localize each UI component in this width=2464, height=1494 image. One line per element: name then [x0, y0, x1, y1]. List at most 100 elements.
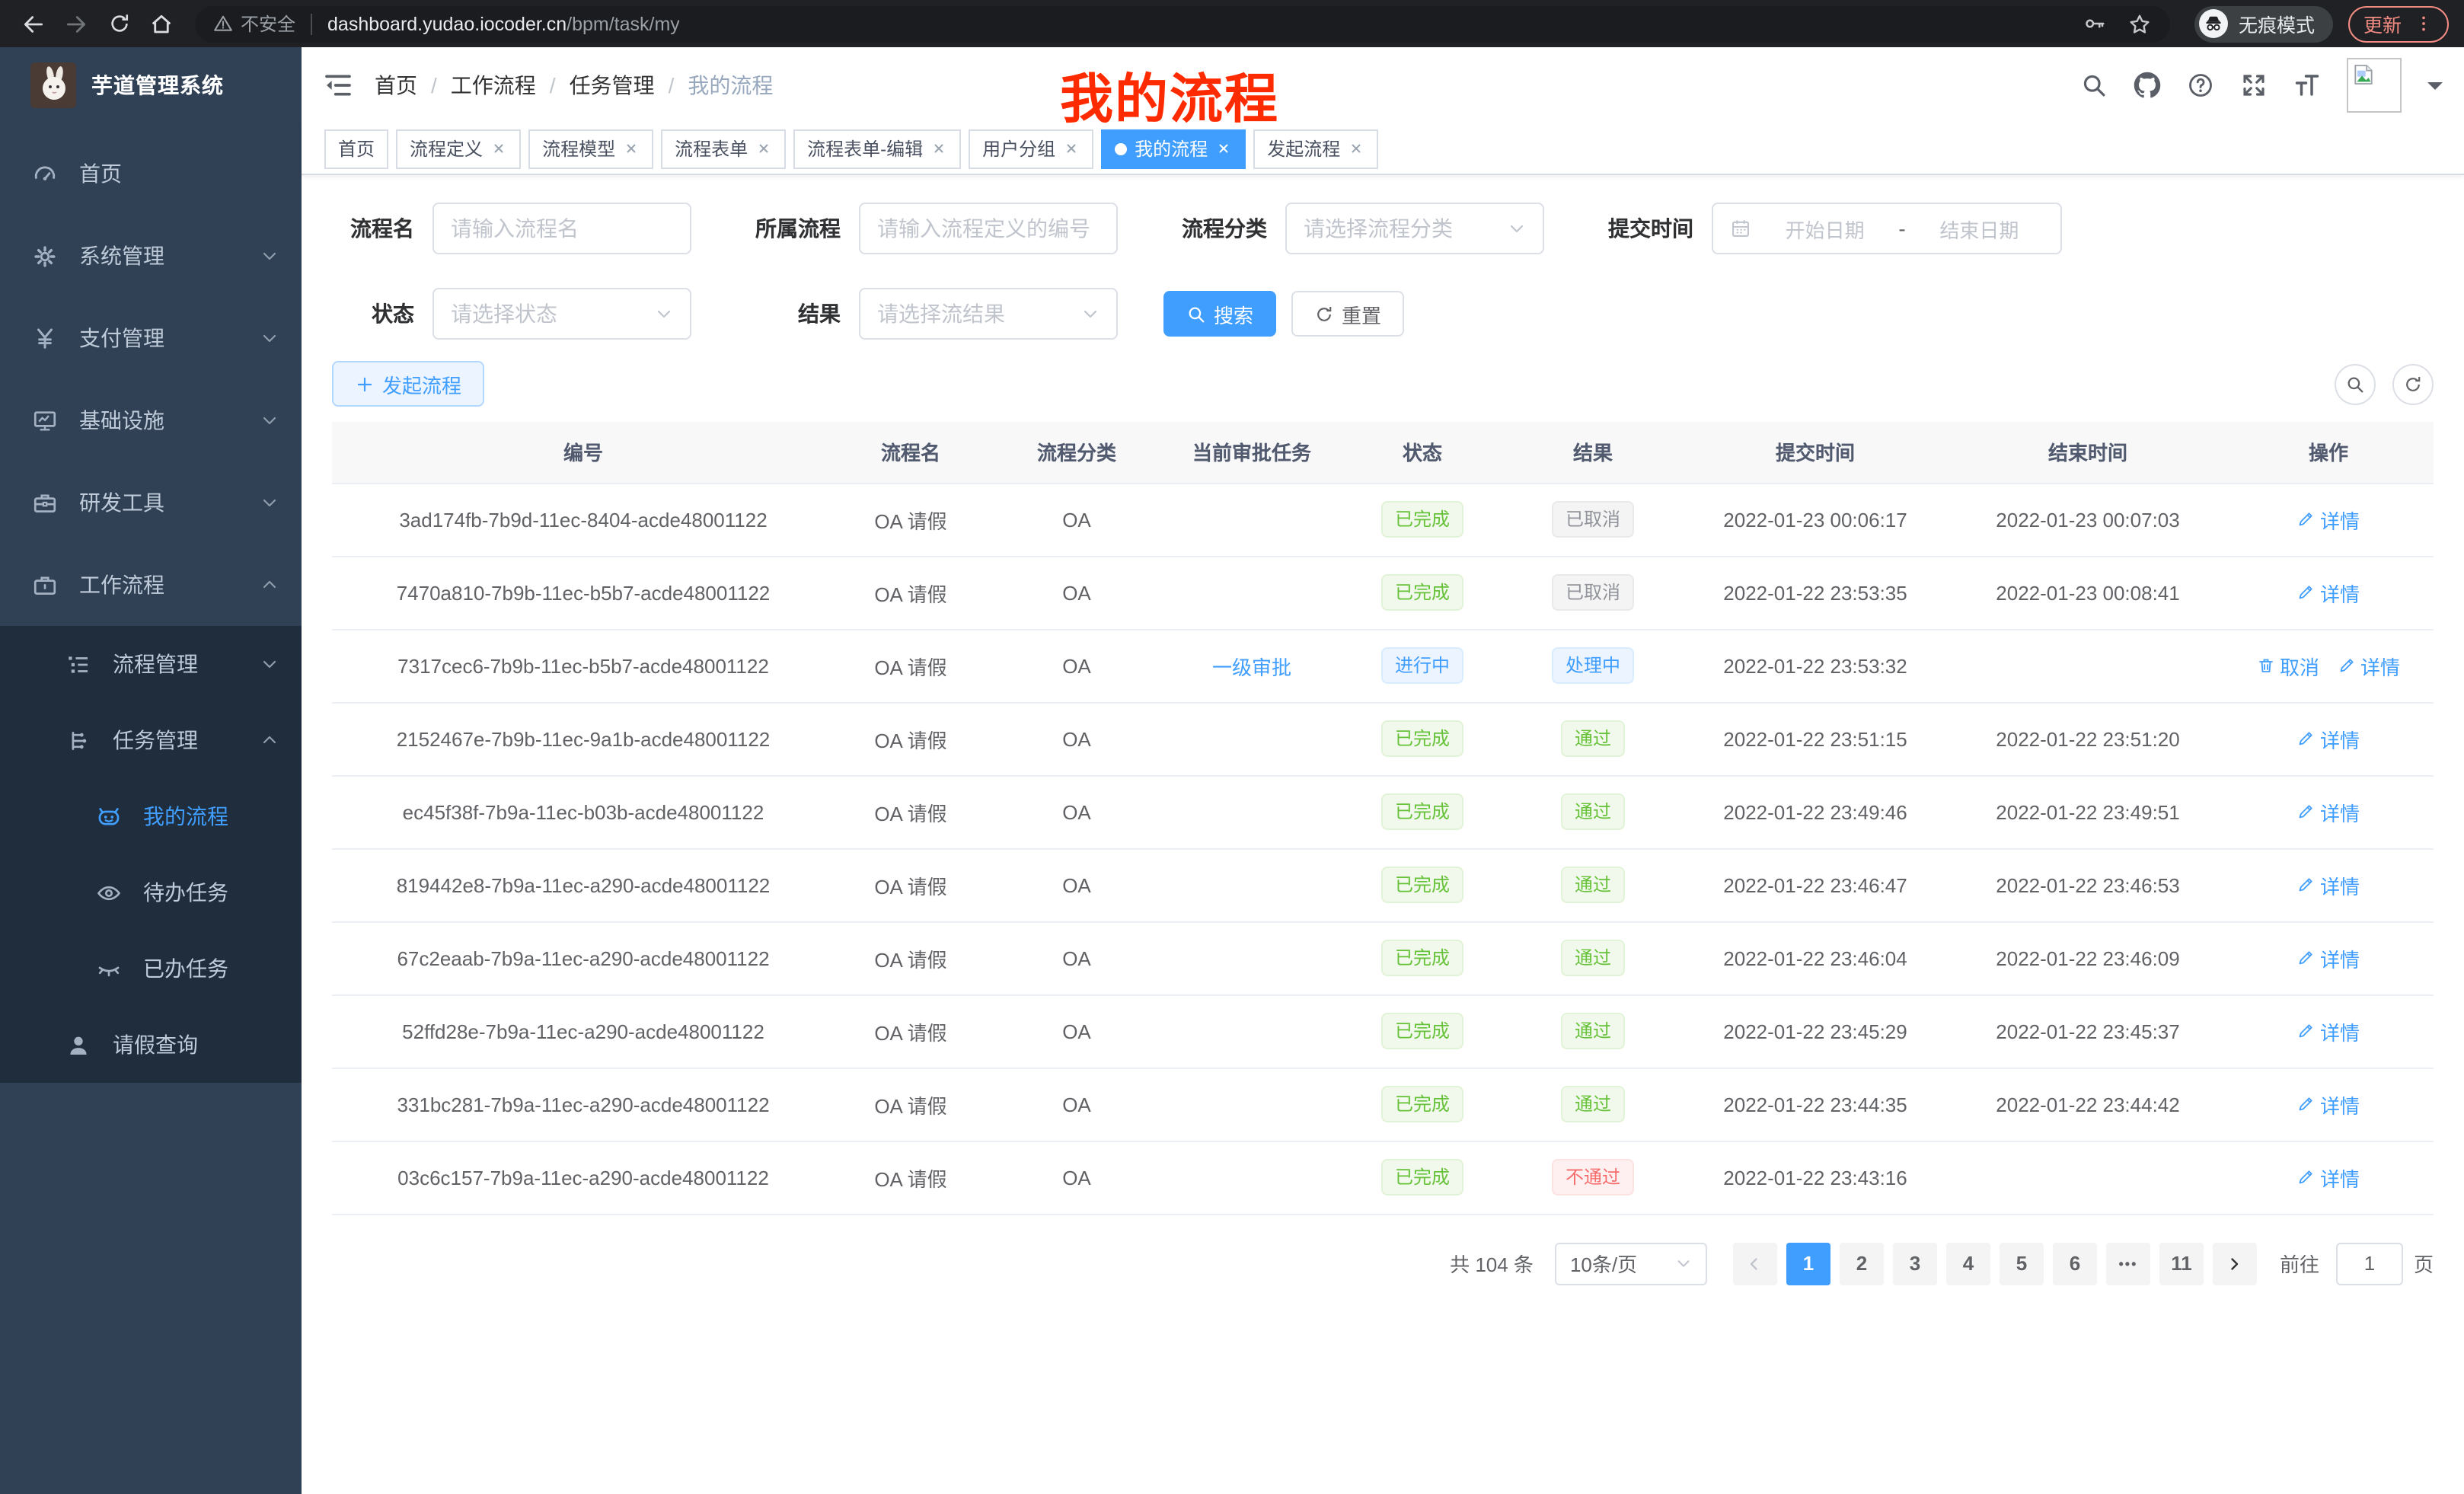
password-key-icon[interactable] — [2083, 12, 2106, 35]
tab-process-definition[interactable]: 流程定义 — [396, 129, 521, 168]
close-icon[interactable] — [623, 140, 640, 157]
search-icon[interactable] — [2080, 72, 2108, 99]
breadcrumb-home[interactable]: 首页 — [375, 70, 417, 101]
page-button-6[interactable]: 6 — [2053, 1242, 2097, 1285]
active-dot — [1115, 142, 1127, 155]
tab-start-process[interactable]: 发起流程 — [1253, 129, 1378, 168]
help-icon[interactable] — [2187, 72, 2214, 99]
browser-update-button[interactable]: 更新 — [2348, 5, 2449, 42]
font-size-icon[interactable] — [2293, 72, 2321, 99]
browser-back-button[interactable] — [15, 5, 52, 42]
process-definition-input[interactable] — [877, 216, 1100, 241]
result-badge: 通过 — [1561, 940, 1625, 976]
next-page-button[interactable] — [2213, 1242, 2257, 1285]
toolbox-icon — [32, 490, 58, 516]
close-icon[interactable] — [930, 140, 947, 157]
show-search-button[interactable] — [2335, 363, 2376, 404]
result-badge: 处理中 — [1552, 647, 1634, 684]
browser-home-button[interactable] — [143, 5, 180, 42]
sidebar-item-infra[interactable]: 基础设施 — [0, 379, 302, 461]
status-select[interactable]: 请选择状态 — [432, 288, 691, 340]
sidebar-item-workflow[interactable]: 工作流程 — [0, 544, 302, 626]
refresh-table-button[interactable] — [2392, 363, 2434, 404]
sidebar-item-todo-tasks[interactable]: 待办任务 — [0, 854, 302, 931]
sidebar-item-process-mgmt[interactable]: 流程管理 — [0, 626, 302, 702]
detail-link[interactable]: 详情 — [2297, 943, 2360, 972]
tab-home[interactable]: 首页 — [324, 129, 388, 168]
cancel-link[interactable]: 取消 — [2257, 651, 2319, 680]
app-logo-row[interactable]: 芋道管理系统 — [0, 47, 302, 123]
detail-link[interactable]: 详情 — [2297, 797, 2360, 826]
close-icon[interactable] — [1215, 140, 1232, 157]
page-button-1[interactable]: 1 — [1786, 1242, 1830, 1285]
close-icon[interactable] — [490, 140, 507, 157]
browser-toolbar: 不安全 dashboard.yudao.iocoder.cn/bpm/task/… — [0, 0, 2464, 47]
page-button-11[interactable]: 11 — [2159, 1242, 2204, 1285]
sidebar-item-devtools[interactable]: 研发工具 — [0, 461, 302, 544]
detail-link[interactable]: 详情 — [2297, 1090, 2360, 1119]
reset-button[interactable]: 重置 — [1291, 291, 1404, 337]
create-process-button[interactable]: 发起流程 — [332, 361, 484, 407]
dashboard-icon — [32, 161, 58, 187]
detail-link[interactable]: 详情 — [2297, 505, 2360, 534]
avatar[interactable] — [2347, 58, 2402, 113]
detail-link[interactable]: 详情 — [2297, 1163, 2360, 1192]
sidebar-item-system[interactable]: 系统管理 — [0, 215, 302, 297]
annotation-text: 我的流程 — [1060, 56, 1279, 134]
hamburger-icon[interactable] — [323, 70, 353, 101]
page-button-4[interactable]: 4 — [1946, 1242, 1990, 1285]
browser-reload-button[interactable] — [101, 5, 137, 42]
status-badge: 已完成 — [1381, 940, 1463, 976]
page-button-3[interactable]: 3 — [1893, 1242, 1937, 1285]
edit-icon — [2297, 1168, 2316, 1186]
detail-link[interactable]: 详情 — [2297, 1017, 2360, 1045]
col-task: 当前审批任务 — [1167, 422, 1337, 483]
close-icon[interactable] — [1063, 140, 1080, 157]
more-pages-button[interactable]: ••• — [2106, 1242, 2150, 1285]
breadcrumb-current: 我的流程 — [688, 70, 773, 101]
tab-process-form-edit[interactable]: 流程表单-编辑 — [793, 129, 961, 168]
site-security-indicator[interactable]: 不安全 — [213, 11, 295, 37]
tab-my-process[interactable]: 我的流程 — [1101, 129, 1246, 168]
fullscreen-icon[interactable] — [2240, 72, 2268, 99]
browser-menu-icon[interactable] — [2414, 14, 2434, 34]
detail-link[interactable]: 详情 — [2297, 578, 2360, 607]
category-select[interactable]: 请选择流程分类 — [1285, 203, 1544, 254]
prev-page-button[interactable] — [1733, 1242, 1777, 1285]
tab-user-group[interactable]: 用户分组 — [969, 129, 1093, 168]
broken-image-icon — [2351, 62, 2376, 87]
process-name-input[interactable] — [451, 216, 673, 241]
page-button-2[interactable]: 2 — [1840, 1242, 1884, 1285]
detail-link[interactable]: 详情 — [2297, 724, 2360, 753]
detail-link[interactable]: 详情 — [2338, 651, 2400, 680]
goto-page-input[interactable] — [2336, 1242, 2403, 1285]
sidebar-item-leave-query[interactable]: 请假查询 — [0, 1007, 302, 1083]
sidebar-item-my-process[interactable]: 我的流程 — [0, 778, 302, 854]
caret-down-icon[interactable] — [2427, 81, 2443, 97]
search-button[interactable]: 搜索 — [1163, 291, 1276, 337]
breadcrumb-task-mgmt[interactable]: 任务管理 — [570, 70, 655, 101]
current-task-link[interactable]: 一级审批 — [1212, 651, 1291, 680]
detail-link[interactable]: 详情 — [2297, 870, 2360, 899]
sidebar-item-done-tasks[interactable]: 已办任务 — [0, 931, 302, 1007]
bookmark-star-icon[interactable] — [2127, 11, 2152, 36]
page-size-select[interactable]: 10条/页 — [1555, 1242, 1707, 1285]
close-icon[interactable] — [755, 140, 772, 157]
tree-list-icon — [65, 651, 91, 677]
browser-forward-button[interactable] — [58, 5, 94, 42]
tab-process-form[interactable]: 流程表单 — [661, 129, 786, 168]
github-icon[interactable] — [2134, 72, 2161, 99]
tab-process-model[interactable]: 流程模型 — [528, 129, 653, 168]
breadcrumb-workflow[interactable]: 工作流程 — [451, 70, 536, 101]
result-badge: 已取消 — [1552, 501, 1634, 538]
submit-time-range-picker[interactable]: 开始日期 - 结束日期 — [1712, 203, 2062, 254]
sidebar-item-pay[interactable]: 支付管理 — [0, 297, 302, 379]
close-icon[interactable] — [1348, 140, 1364, 157]
sidebar-item-task-mgmt[interactable]: 任务管理 — [0, 702, 302, 778]
page-button-5[interactable]: 5 — [2000, 1242, 2044, 1285]
address-bar[interactable]: 不安全 dashboard.yudao.iocoder.cn/bpm/task/… — [195, 5, 2170, 42]
table-row: 3ad174fb-7b9d-11ec-8404-acde48001122OA 请… — [332, 483, 2434, 556]
result-select[interactable]: 请选择流结果 — [859, 288, 1118, 340]
sidebar-item-home[interactable]: 首页 — [0, 132, 302, 215]
chevron-up-icon — [260, 731, 279, 749]
